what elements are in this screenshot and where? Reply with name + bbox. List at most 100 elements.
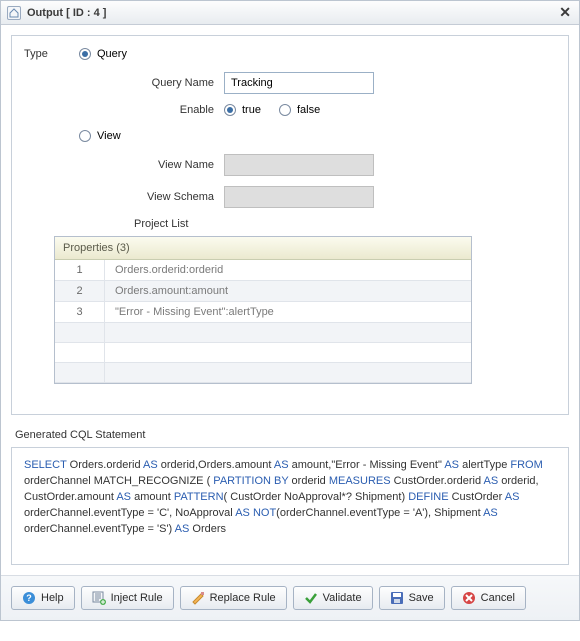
row-value: Orders.orderid:orderid [105, 264, 223, 276]
type-fieldset: Type Query Query Name Enable true [11, 35, 569, 415]
view-schema-input [224, 186, 374, 208]
titlebar: Output [ ID : 4 ] ✕ [1, 1, 579, 25]
cql-keyword: AS [483, 507, 498, 519]
view-name-label: View Name [134, 159, 224, 171]
button-label: Inject Rule [111, 592, 163, 604]
table-row-empty [55, 323, 471, 343]
table-row[interactable]: 2Orders.amount:amount [55, 281, 471, 302]
cql-keyword: AS [175, 523, 190, 535]
query-subform: Query Name Enable true false [134, 72, 556, 116]
cql-keyword: FROM [510, 459, 542, 471]
table-row-empty [55, 343, 471, 363]
button-label: Validate [323, 592, 362, 604]
cql-text: ( CustOrder NoApproval*? Shipment) [224, 491, 409, 503]
inject-rule-button[interactable]: Inject Rule [81, 586, 174, 610]
cql-keyword: AS [505, 491, 520, 503]
row-value: "Error - Missing Event":alertType [105, 306, 274, 318]
cql-text: (orderChannel.eventType = 'A'), Shipment [276, 507, 483, 519]
button-label: Save [409, 592, 434, 604]
help-icon: ? [22, 591, 36, 605]
cql-text: amount [131, 491, 174, 503]
cancel-button[interactable]: Cancel [451, 586, 526, 610]
cql-keyword: AS [235, 507, 250, 519]
cql-keyword: AS [274, 459, 289, 471]
save-icon [390, 591, 404, 605]
row-index: 1 [55, 260, 105, 280]
button-label: Replace Rule [210, 592, 276, 604]
radio-dot-icon [279, 104, 291, 116]
panel-body: Type Query Query Name Enable true [1, 25, 579, 575]
table-row[interactable]: 1Orders.orderid:orderid [55, 260, 471, 281]
validate-icon [304, 591, 318, 605]
cql-text: orderChannel.eventType = 'C', NoApproval [24, 507, 235, 519]
radio-dot-icon [224, 104, 236, 116]
cql-keyword: AS [484, 475, 499, 487]
radio-label: false [297, 104, 320, 116]
cql-text: Orders.orderid [67, 459, 143, 471]
row-index: 2 [55, 281, 105, 301]
enable-true-radio[interactable]: true [224, 104, 261, 116]
type-label: Type [24, 48, 79, 60]
cql-keyword: AS [444, 459, 459, 471]
enable-label: Enable [134, 104, 224, 116]
radio-label: View [97, 130, 121, 142]
radio-label: Query [97, 48, 127, 60]
type-view-radio[interactable]: View [79, 130, 121, 142]
cql-text: amount,"Error - Missing Event" [289, 459, 445, 471]
save-button[interactable]: Save [379, 586, 445, 610]
type-query-radio[interactable]: Query [79, 48, 127, 60]
validate-button[interactable]: Validate [293, 586, 373, 610]
table-row[interactable]: 3"Error - Missing Event":alertType [55, 302, 471, 323]
cql-keyword: PATTERN [174, 491, 224, 503]
cql-text: orderChannel.eventType = 'S') [24, 523, 175, 535]
cql-keyword: DEFINE [408, 491, 448, 503]
cql-text: CustOrder [449, 491, 505, 503]
query-name-label: Query Name [134, 77, 224, 89]
enable-row: Enable true false [134, 104, 556, 116]
radio-label: true [242, 104, 261, 116]
replace-rule-button[interactable]: Replace Rule [180, 586, 287, 610]
view-schema-label: View Schema [134, 191, 224, 203]
button-label: Help [41, 592, 64, 604]
cql-text: Orders [189, 523, 226, 535]
cql-text: orderChannel MATCH_RECOGNIZE ( [24, 475, 213, 487]
cql-keyword: AS [116, 491, 131, 503]
query-name-input[interactable] [224, 72, 374, 94]
cql-text: CustOrder.orderid [391, 475, 484, 487]
table-row-empty [55, 363, 471, 383]
window-title: Output [ ID : 4 ] [27, 7, 106, 19]
type-row: Type Query [24, 48, 556, 60]
row-index: 3 [55, 302, 105, 322]
view-name-row: View Name [134, 154, 556, 176]
home-icon[interactable] [7, 6, 21, 20]
project-list-label: Project List [134, 218, 556, 230]
view-schema-row: View Schema [134, 186, 556, 208]
svg-text:?: ? [26, 593, 32, 603]
output-panel: Output [ ID : 4 ] ✕ Type Query Query Nam… [0, 0, 580, 621]
help-button[interactable]: ? Help [11, 586, 75, 610]
properties-grid: Properties (3) 1Orders.orderid:orderid2O… [54, 236, 472, 384]
radio-dot-icon [79, 48, 91, 60]
view-subform: View Name View Schema Project List Prope… [134, 154, 556, 384]
row-value: Orders.amount:amount [105, 285, 228, 297]
cql-label: Generated CQL Statement [15, 429, 569, 441]
cql-keyword: PARTITION BY [213, 475, 288, 487]
cql-keyword: NOT [253, 507, 276, 519]
cql-keyword: MEASURES [329, 475, 391, 487]
grid-header: Properties (3) [55, 237, 471, 260]
cql-keyword: SELECT [24, 459, 67, 471]
query-name-row: Query Name [134, 72, 556, 94]
button-bar: ? Help Inject Rule Replace Rule Validate [1, 575, 579, 620]
inject-icon [92, 591, 106, 605]
view-row: View [24, 130, 556, 142]
button-label: Cancel [481, 592, 515, 604]
radio-dot-icon [79, 130, 91, 142]
replace-icon [191, 591, 205, 605]
close-icon[interactable]: ✕ [557, 4, 573, 21]
cql-text: orderid,Orders.amount [158, 459, 274, 471]
view-name-input [224, 154, 374, 176]
enable-false-radio[interactable]: false [279, 104, 320, 116]
cql-text: alertType [459, 459, 510, 471]
cancel-icon [462, 591, 476, 605]
cql-statement-box[interactable]: SELECT Orders.orderid AS orderid,Orders.… [11, 447, 569, 565]
